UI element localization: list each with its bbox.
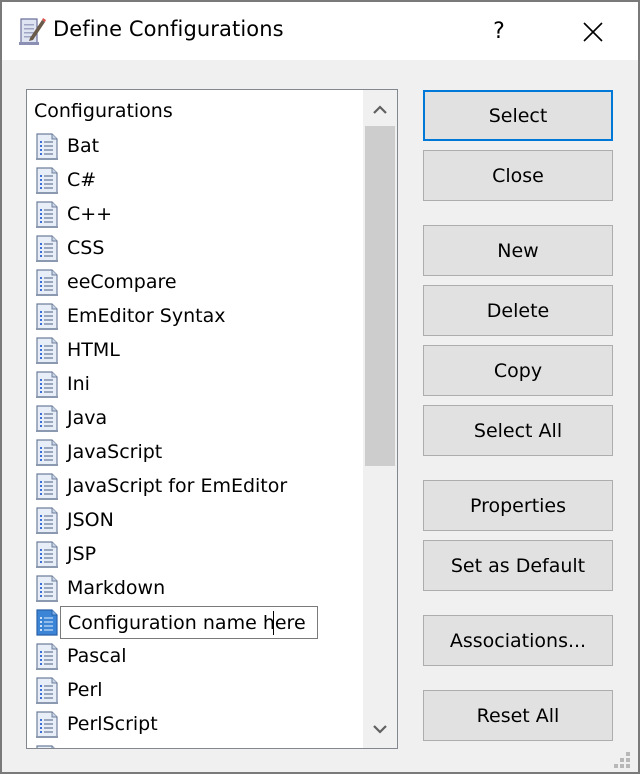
title-bar[interactable]: Define Configurations ? bbox=[2, 2, 638, 60]
new-button[interactable]: New bbox=[423, 225, 613, 276]
list-item-editing[interactable] bbox=[27, 606, 363, 640]
list-item-label: Markdown bbox=[67, 577, 166, 599]
list-header: Configurations bbox=[34, 100, 173, 122]
document-icon bbox=[34, 541, 60, 569]
list-item-label: C++ bbox=[67, 203, 113, 225]
document-icon bbox=[34, 439, 60, 467]
list-item-label: Bat bbox=[67, 135, 100, 157]
list-item[interactable]: Ini bbox=[27, 368, 363, 402]
document-icon bbox=[34, 269, 60, 297]
document-icon bbox=[34, 507, 60, 535]
list-item[interactable]: JSON bbox=[27, 504, 363, 538]
document-icon bbox=[34, 643, 60, 671]
list-item[interactable]: eeCompare bbox=[27, 266, 363, 300]
reset-all-button[interactable]: Reset All bbox=[423, 690, 613, 741]
list-item-label: eeCompare bbox=[67, 271, 177, 293]
list-items: Bat C# C++ CSS eeCompare EmEditor Syntax… bbox=[27, 130, 363, 749]
close-icon[interactable] bbox=[568, 10, 618, 54]
document-icon bbox=[34, 473, 60, 501]
define-configurations-dialog: Define Configurations ? Configurations B… bbox=[0, 0, 640, 774]
properties-button[interactable]: Properties bbox=[423, 480, 613, 531]
list-item-label: JavaScript bbox=[67, 441, 163, 463]
list-item[interactable]: Markdown bbox=[27, 572, 363, 606]
list-item-label: EmEditor Syntax bbox=[67, 305, 226, 327]
list-item-label: HTML bbox=[67, 339, 120, 361]
rename-config-input[interactable] bbox=[60, 606, 318, 639]
document-icon bbox=[34, 711, 60, 739]
associations-button[interactable]: Associations... bbox=[423, 615, 613, 666]
list-item[interactable]: CSS bbox=[27, 232, 363, 266]
list-item[interactable]: PerlScript bbox=[27, 708, 363, 742]
notepad-pencil-icon bbox=[19, 18, 46, 45]
text-caret bbox=[273, 611, 274, 635]
chevron-up-icon[interactable] bbox=[363, 94, 397, 124]
document-icon bbox=[34, 303, 60, 331]
document-icon bbox=[34, 235, 60, 263]
delete-button[interactable]: Delete bbox=[423, 285, 613, 336]
list-item-label: Pascal bbox=[67, 645, 127, 667]
list-item-label: Perl bbox=[67, 679, 103, 701]
copy-button[interactable]: Copy bbox=[423, 345, 613, 396]
list-item-label: Java bbox=[67, 407, 108, 429]
document-icon bbox=[34, 745, 60, 749]
document-icon bbox=[34, 167, 60, 195]
dialog-title: Define Configurations bbox=[53, 17, 284, 41]
list-item[interactable]: Bat bbox=[27, 130, 363, 164]
list-item-label: Ini bbox=[67, 373, 90, 395]
list-item[interactable]: JavaScript bbox=[27, 436, 363, 470]
list-item-label: JSP bbox=[67, 543, 97, 565]
document-icon bbox=[34, 575, 60, 603]
list-item[interactable]: Perl bbox=[27, 674, 363, 708]
close-button[interactable]: Close bbox=[423, 150, 613, 201]
list-item[interactable]: JavaScript for EmEditor bbox=[27, 470, 363, 504]
help-button[interactable]: ? bbox=[474, 10, 524, 54]
list-item[interactable]: JSP bbox=[27, 538, 363, 572]
document-icon bbox=[34, 201, 60, 229]
document-icon bbox=[34, 371, 60, 399]
chevron-down-icon[interactable] bbox=[363, 714, 397, 744]
document-icon bbox=[34, 405, 60, 433]
vertical-scrollbar[interactable] bbox=[363, 90, 397, 748]
list-item[interactable]: EmEditor Syntax bbox=[27, 300, 363, 334]
select-all-button[interactable]: Select All bbox=[423, 405, 613, 456]
list-item-label: CSS bbox=[67, 237, 105, 259]
list-item-label: JSON bbox=[67, 509, 114, 531]
list-item[interactable]: Pascal bbox=[27, 640, 363, 674]
select-button[interactable]: Select bbox=[423, 90, 613, 141]
list-item[interactable]: C++ bbox=[27, 198, 363, 232]
resize-grip-icon[interactable] bbox=[612, 750, 632, 770]
set-as-default-button[interactable]: Set as Default bbox=[423, 540, 613, 591]
list-item[interactable]: Java bbox=[27, 402, 363, 436]
list-item[interactable]: HTML bbox=[27, 334, 363, 368]
configurations-list[interactable]: Configurations Bat C# C++ CSS eeCompare … bbox=[26, 89, 398, 749]
list-item[interactable]: C# bbox=[27, 164, 363, 198]
list-item-label: C# bbox=[67, 169, 97, 191]
list-item-label: JavaScript for EmEditor bbox=[67, 475, 288, 497]
document-icon bbox=[34, 677, 60, 705]
document-icon-selected bbox=[34, 609, 60, 637]
document-icon bbox=[34, 133, 60, 161]
list-item-partial[interactable] bbox=[27, 742, 363, 749]
list-item-label: PerlScript bbox=[67, 713, 158, 735]
scrollbar-thumb[interactable] bbox=[365, 126, 395, 466]
document-icon bbox=[34, 337, 60, 365]
